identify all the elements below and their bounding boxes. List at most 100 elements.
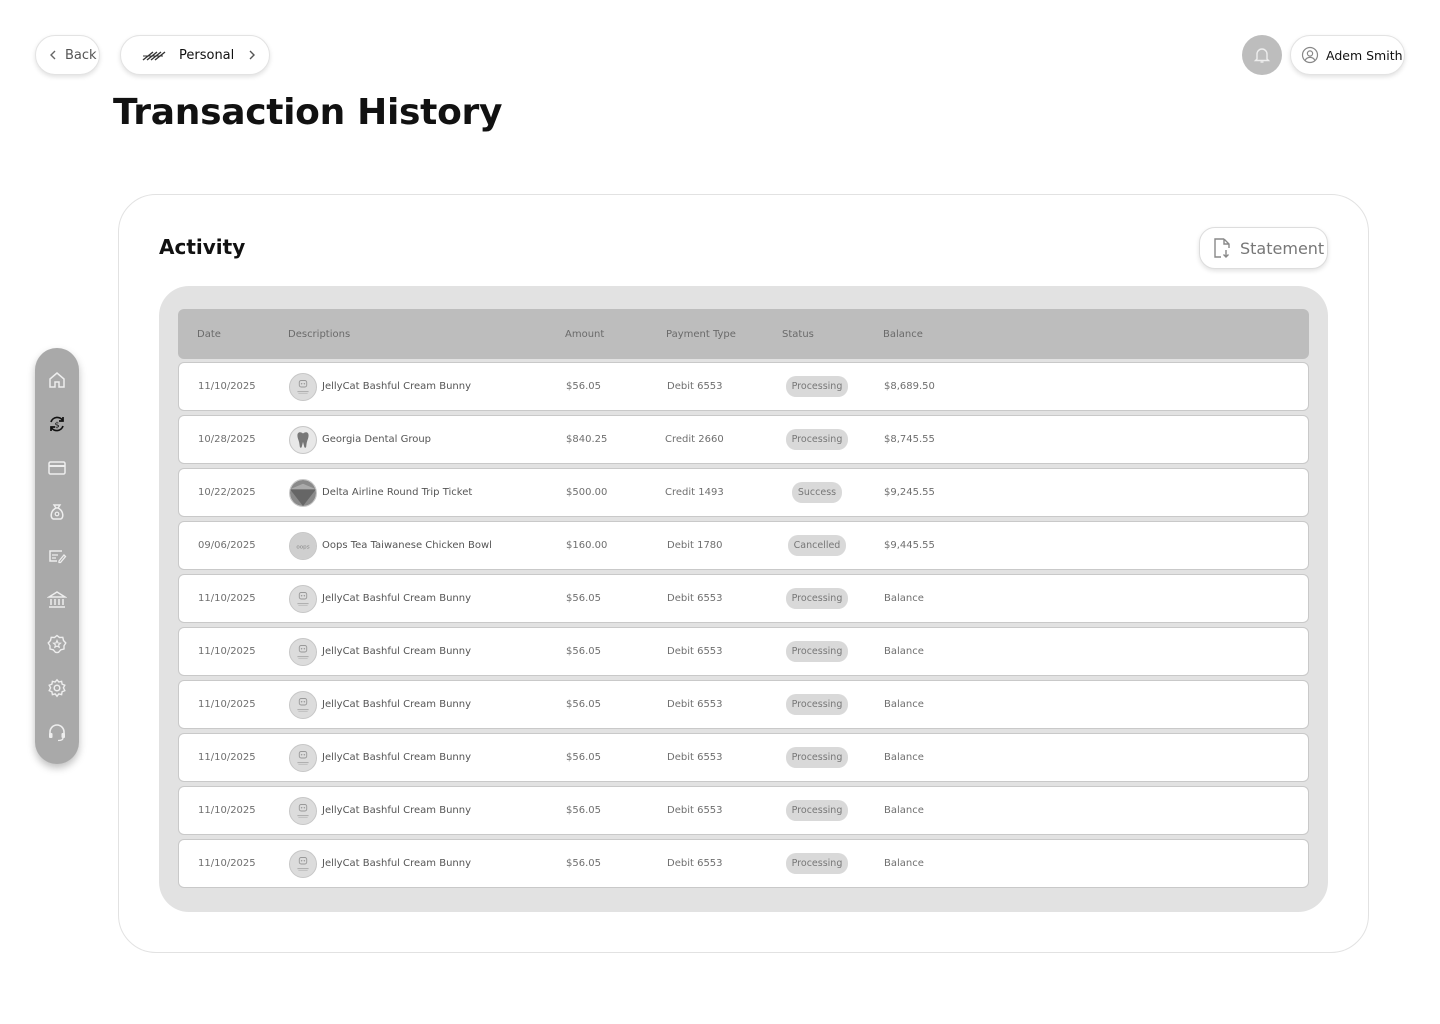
table-row[interactable]: 11/10/2025 JellyCat Bashful Cream Bunny $5… (178, 786, 1309, 835)
row-payment-type: Credit 1493 (665, 487, 724, 498)
table-row[interactable]: 11/10/2025 JellyCat Bashful Cream Bunny $5… (178, 574, 1309, 623)
gear-icon (48, 678, 66, 698)
row-balance: $9,445.55 (884, 540, 935, 551)
table-row[interactable]: 10/22/2025 Delta Airline Round Trip Ticke… (178, 468, 1309, 517)
row-description: JellyCat Bashful Cream Bunny (289, 734, 471, 781)
row-description-text: JellyCat Bashful Cream Bunny (322, 381, 472, 392)
row-balance: $8,745.55 (884, 434, 935, 445)
row-balance: Balance (884, 858, 924, 869)
sidebar-item-rewards[interactable] (45, 632, 69, 656)
row-amount: $56.05 (566, 593, 601, 604)
support-icon (49, 724, 65, 742)
file-download-icon (1214, 238, 1230, 258)
row-description-text: Delta Airline Round Trip Ticket (322, 487, 473, 498)
svg-text:$: $ (54, 421, 59, 430)
status-badge: Processing (785, 747, 849, 768)
sidebar-item-savings[interactable] (45, 500, 69, 524)
sidebar-item-support[interactable] (45, 720, 69, 744)
notifications-button[interactable] (1242, 35, 1282, 75)
row-description: JellyCat Bashful Cream Bunny (289, 363, 471, 410)
exchange-icon: $ (50, 416, 64, 432)
sidebar-item-cards[interactable] (45, 456, 69, 480)
row-amount: $56.05 (566, 752, 601, 763)
account-switcher-button[interactable]: Personal (120, 35, 270, 75)
jellycat-merchant-icon (289, 849, 317, 878)
row-status: Processing (783, 840, 851, 887)
sidebar-item-settings[interactable] (45, 676, 69, 700)
table-row[interactable]: 10/28/2025 Georgia Dental Group $840.25 Cre… (178, 415, 1309, 464)
row-date: 10/22/2025 (198, 487, 256, 498)
row-status: Processing (783, 628, 851, 675)
table-row[interactable]: 11/10/2025 JellyCat Bashful Cream Bunny $5… (178, 839, 1309, 888)
row-description: Delta Airline Round Trip Ticket (289, 469, 472, 516)
user-profile-button[interactable]: Adem Smith (1290, 35, 1405, 75)
column-header-date[interactable]: Date (197, 309, 221, 359)
page-title: Transaction History (113, 92, 503, 133)
column-header-balance[interactable]: Balance (883, 309, 923, 359)
delta-merchant-icon (289, 478, 317, 507)
row-date: 09/06/2025 (198, 540, 256, 551)
table-row[interactable]: 09/06/2025 oops Oops Tea Taiwanese Chicken… (178, 521, 1309, 570)
column-header-payment-type[interactable]: Payment Type (666, 309, 736, 359)
row-amount: $56.05 (566, 699, 601, 710)
back-button[interactable]: Back (35, 35, 100, 75)
bell-icon (1253, 48, 1271, 63)
activity-title: Activity (159, 235, 246, 259)
row-payment-type: Debit 1780 (667, 540, 723, 551)
home-icon (49, 372, 65, 388)
column-header-description[interactable]: Descriptions (288, 309, 350, 359)
row-description: oops Oops Tea Taiwanese Chicken Bowl (289, 522, 492, 569)
back-label: Back (65, 47, 97, 63)
row-amount: $56.05 (566, 381, 601, 392)
row-amount: $160.00 (566, 540, 608, 551)
row-status: Processing (783, 416, 851, 463)
bank-logo-icon (142, 51, 166, 61)
table-row[interactable]: 11/10/2025 JellyCat Bashful Cream Bunny $5… (178, 362, 1309, 411)
sidebar-item-transactions[interactable]: $ (45, 412, 69, 436)
row-status: Cancelled (783, 522, 851, 569)
status-badge: Processing (785, 694, 849, 715)
row-date: 11/10/2025 (198, 752, 256, 763)
row-payment-type: Credit 2660 (665, 434, 724, 445)
row-payment-type: Debit 6553 (667, 593, 723, 604)
row-status: Processing (783, 363, 851, 410)
check-edit-icon (49, 550, 67, 564)
table-row[interactable]: 11/10/2025 JellyCat Bashful Cream Bunny $5… (178, 733, 1309, 782)
row-amount: $56.05 (566, 805, 601, 816)
row-date: 11/10/2025 (198, 858, 256, 869)
status-badge: Processing (785, 641, 849, 662)
row-description: JellyCat Bashful Cream Bunny (289, 840, 471, 887)
row-status: Processing (783, 681, 851, 728)
row-payment-type: Debit 6553 (667, 699, 723, 710)
row-status: Processing (783, 787, 851, 834)
status-badge: Processing (785, 376, 849, 397)
row-description-text: JellyCat Bashful Cream Bunny (322, 646, 472, 657)
sidebar-item-checks[interactable] (45, 544, 69, 568)
jellycat-merchant-icon (289, 584, 317, 613)
sidebar: $ (35, 348, 79, 764)
svg-text:oops: oops (296, 544, 309, 550)
sidebar-item-bank[interactable] (45, 588, 69, 612)
column-header-amount[interactable]: Amount (565, 309, 604, 359)
column-header-status[interactable]: Status (782, 309, 814, 359)
row-payment-type: Debit 6553 (667, 381, 723, 392)
table-row[interactable]: 11/10/2025 JellyCat Bashful Cream Bunny $5… (178, 680, 1309, 729)
status-badge: Processing (785, 429, 849, 450)
row-status: Processing (783, 575, 851, 622)
row-description: Georgia Dental Group (289, 416, 431, 463)
jellycat-merchant-icon (289, 372, 317, 401)
row-amount: $500.00 (566, 487, 608, 498)
sidebar-item-home[interactable] (45, 368, 69, 392)
bank-icon (47, 591, 67, 608)
row-balance: $9,245.55 (884, 487, 935, 498)
table-row[interactable]: 11/10/2025 JellyCat Bashful Cream Bunny $5… (178, 627, 1309, 676)
table-header-row: Date Descriptions Amount Payment Type St… (178, 309, 1309, 359)
tooth-merchant-icon (289, 425, 317, 454)
row-description: JellyCat Bashful Cream Bunny (289, 575, 471, 622)
oops-merchant-icon: oops (289, 531, 317, 560)
row-description-text: JellyCat Bashful Cream Bunny (322, 858, 472, 869)
row-date: 11/10/2025 (198, 805, 256, 816)
statement-download-button[interactable]: Statement (1199, 227, 1328, 269)
jellycat-merchant-icon (289, 690, 317, 719)
row-date: 10/28/2025 (198, 434, 256, 445)
